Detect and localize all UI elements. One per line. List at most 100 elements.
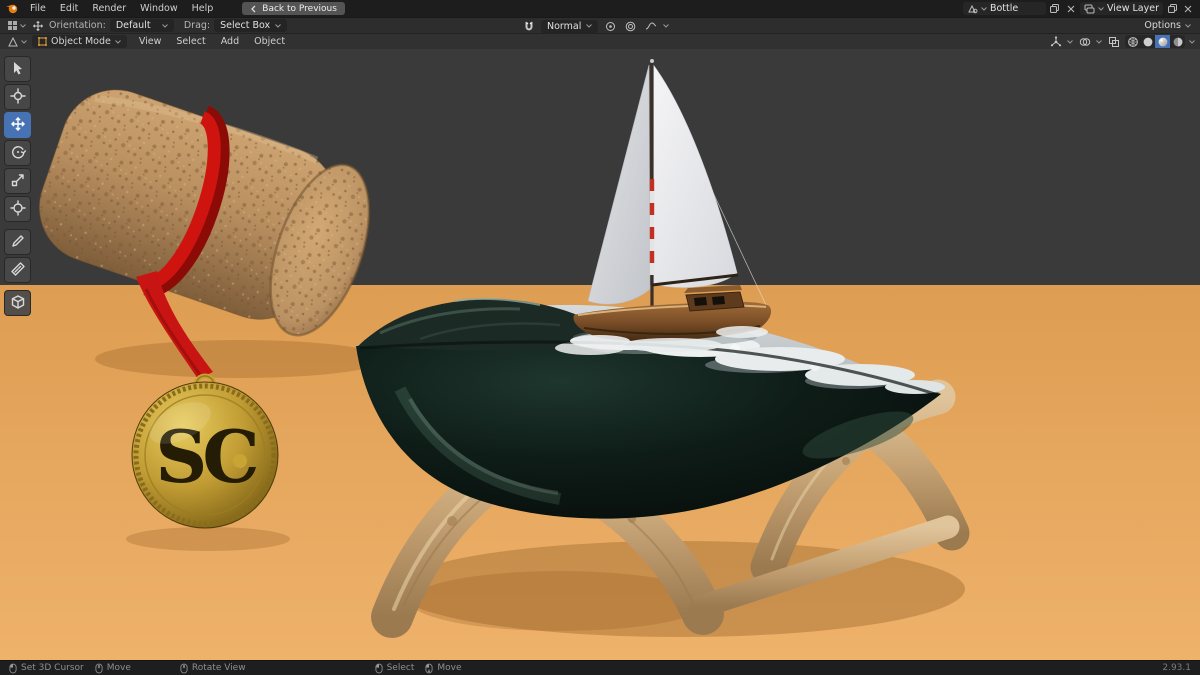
tool-settings-bar: Orientation: Default Drag: Select Box No…	[0, 17, 1200, 33]
scene-selector[interactable]: Bottle	[962, 2, 1046, 15]
mode-dropdown[interactable]: Object Mode	[32, 35, 127, 48]
viewport-header: Object Mode View Select Add Object	[0, 33, 1200, 49]
measure-icon	[10, 261, 26, 280]
hint-label: Rotate View	[191, 663, 246, 673]
toggle-xray-icon[interactable]	[1106, 35, 1121, 48]
hint-label: Set 3D Cursor	[21, 663, 84, 673]
tool-transform[interactable]	[4, 196, 31, 222]
scene-name-field[interactable]: Bottle	[990, 3, 1042, 14]
menu-add[interactable]: Add	[214, 35, 246, 48]
options-label: Options	[1144, 20, 1181, 31]
viewport-3d[interactable]: SC	[0, 49, 1200, 660]
add-cube-icon	[10, 294, 26, 313]
object-mode-icon	[38, 37, 47, 46]
proportional-falloff-icon[interactable]	[643, 20, 658, 33]
chevron-down-icon	[1185, 23, 1191, 28]
orientation-value: Default	[115, 20, 151, 31]
mouse-left-icon	[375, 663, 383, 674]
menu-render[interactable]: Render	[85, 2, 133, 15]
snap-magnet-icon[interactable]	[521, 20, 536, 33]
options-dropdown[interactable]: Options	[1140, 20, 1195, 31]
hint-label: Move	[437, 663, 462, 673]
status-hint: Move	[95, 663, 131, 674]
chevron-down-icon	[275, 23, 281, 28]
new-scene-button[interactable]	[1048, 2, 1062, 15]
chevron-down-icon	[21, 39, 27, 44]
tool-scale[interactable]	[4, 168, 31, 194]
snap-mode-dropdown[interactable]: Normal	[541, 19, 599, 33]
topbar-right: Bottle View Layer	[962, 2, 1195, 15]
snap-proportional-cluster: Normal	[521, 19, 670, 33]
tool-move[interactable]	[4, 112, 31, 138]
main-menus: File Edit Render Window Help	[23, 2, 220, 15]
shading-mode-group	[1125, 35, 1185, 48]
back-to-previous-button[interactable]: Back to Previous	[242, 2, 345, 15]
chevron-down-icon	[1067, 39, 1073, 44]
orientation-label: Orientation:	[49, 20, 106, 31]
drag-label: Drag:	[183, 20, 211, 31]
solid-shading-icon[interactable]	[1140, 35, 1155, 48]
orientation-dropdown[interactable]: Default	[109, 19, 174, 32]
rendered-shading-icon[interactable]	[1170, 35, 1185, 48]
status-hint: Set 3D Cursor	[9, 663, 84, 674]
editor-type-icon[interactable]	[5, 35, 20, 48]
remove-view-layer-button[interactable]	[1181, 2, 1195, 15]
mast-stripes	[649, 179, 655, 275]
tool-measure[interactable]	[4, 257, 31, 283]
view-layer-selector[interactable]: View Layer	[1079, 2, 1163, 15]
menu-object[interactable]: Object	[247, 35, 292, 48]
menu-window[interactable]: Window	[133, 2, 184, 15]
tool-add-cube[interactable]	[4, 290, 31, 316]
cabin	[684, 285, 745, 312]
drag-dropdown[interactable]: Select Box	[214, 19, 288, 32]
tool-settings-editor-icon[interactable]	[5, 19, 20, 32]
material-preview-shading-icon[interactable]	[1155, 35, 1170, 48]
menu-help[interactable]: Help	[185, 2, 221, 15]
tool-shelf	[4, 56, 31, 318]
viewport-header-right	[1048, 35, 1195, 48]
snap-target-icon[interactable]	[603, 20, 618, 33]
annotate-icon	[10, 233, 26, 252]
hint-label: Select	[386, 663, 415, 673]
proportional-editing-icon[interactable]	[623, 20, 638, 33]
back-to-previous-label: Back to Previous	[262, 3, 337, 14]
blender-window: File Edit Render Window Help Back to Pre…	[0, 0, 1200, 675]
mouse-left-icon	[9, 663, 17, 674]
move-icon	[10, 116, 26, 135]
chevron-down-icon	[20, 23, 26, 28]
topbar: File Edit Render Window Help Back to Pre…	[0, 0, 1200, 17]
tool-select-box[interactable]	[4, 56, 31, 82]
new-view-layer-button[interactable]	[1165, 2, 1179, 15]
transform-icon	[9, 199, 26, 219]
tool-rotate[interactable]	[4, 140, 31, 166]
scene-canvas[interactable]: SC	[0, 49, 1200, 660]
mouse-left-drag-icon	[425, 663, 433, 674]
wireframe-shading-icon[interactable]	[1125, 35, 1140, 48]
status-hint: Move	[425, 663, 461, 674]
mouse-middle-icon	[180, 663, 188, 674]
scale-icon	[10, 172, 26, 191]
show-overlays-icon[interactable]	[1077, 35, 1092, 48]
chevron-down-icon	[981, 6, 987, 11]
menu-view[interactable]: View	[132, 35, 169, 48]
chevron-down-icon	[663, 24, 670, 28]
menu-edit[interactable]: Edit	[53, 2, 85, 15]
unlink-scene-button[interactable]	[1064, 2, 1078, 15]
snap-mode-value: Normal	[547, 20, 582, 32]
rotate-icon	[10, 144, 26, 163]
tool-annotate[interactable]	[4, 229, 31, 255]
chevron-down-icon	[114, 39, 121, 44]
status-hint: Rotate View	[180, 663, 246, 674]
menu-file[interactable]: File	[23, 2, 53, 15]
mouse-middle-icon	[95, 663, 103, 674]
chevron-down-icon	[161, 23, 168, 28]
mode-value: Object Mode	[51, 36, 111, 47]
menu-select[interactable]: Select	[169, 35, 212, 48]
view-layer-name-field[interactable]: View Layer	[1107, 3, 1159, 14]
tool-cursor[interactable]	[4, 84, 31, 110]
status-hint: Select	[375, 663, 415, 674]
chevron-down-icon	[1096, 39, 1102, 44]
blender-logo-icon[interactable]	[5, 3, 19, 14]
scene-icon	[967, 4, 978, 14]
show-gizmo-icon[interactable]	[1048, 35, 1063, 48]
